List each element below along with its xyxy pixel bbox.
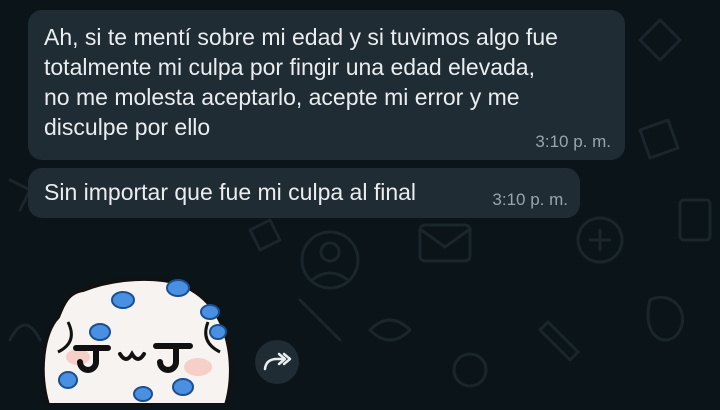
forward-icon	[263, 352, 292, 371]
cat-sticker[interactable]	[28, 262, 248, 407]
message-timestamp: 3:10 p. m.	[492, 190, 568, 209]
forward-button[interactable]	[255, 340, 299, 384]
message-bubble[interactable]: Sin importar que fue mi culpa al final 3…	[28, 168, 580, 218]
cat-sticker-icon	[40, 276, 233, 407]
message-timestamp: 3:10 p. m.	[535, 132, 611, 151]
message-bubble[interactable]: Ah, si te mentí sobre mi edad y si tuvim…	[28, 10, 625, 160]
message-text: Ah, si te mentí sobre mi edad y si tuvim…	[44, 24, 558, 140]
